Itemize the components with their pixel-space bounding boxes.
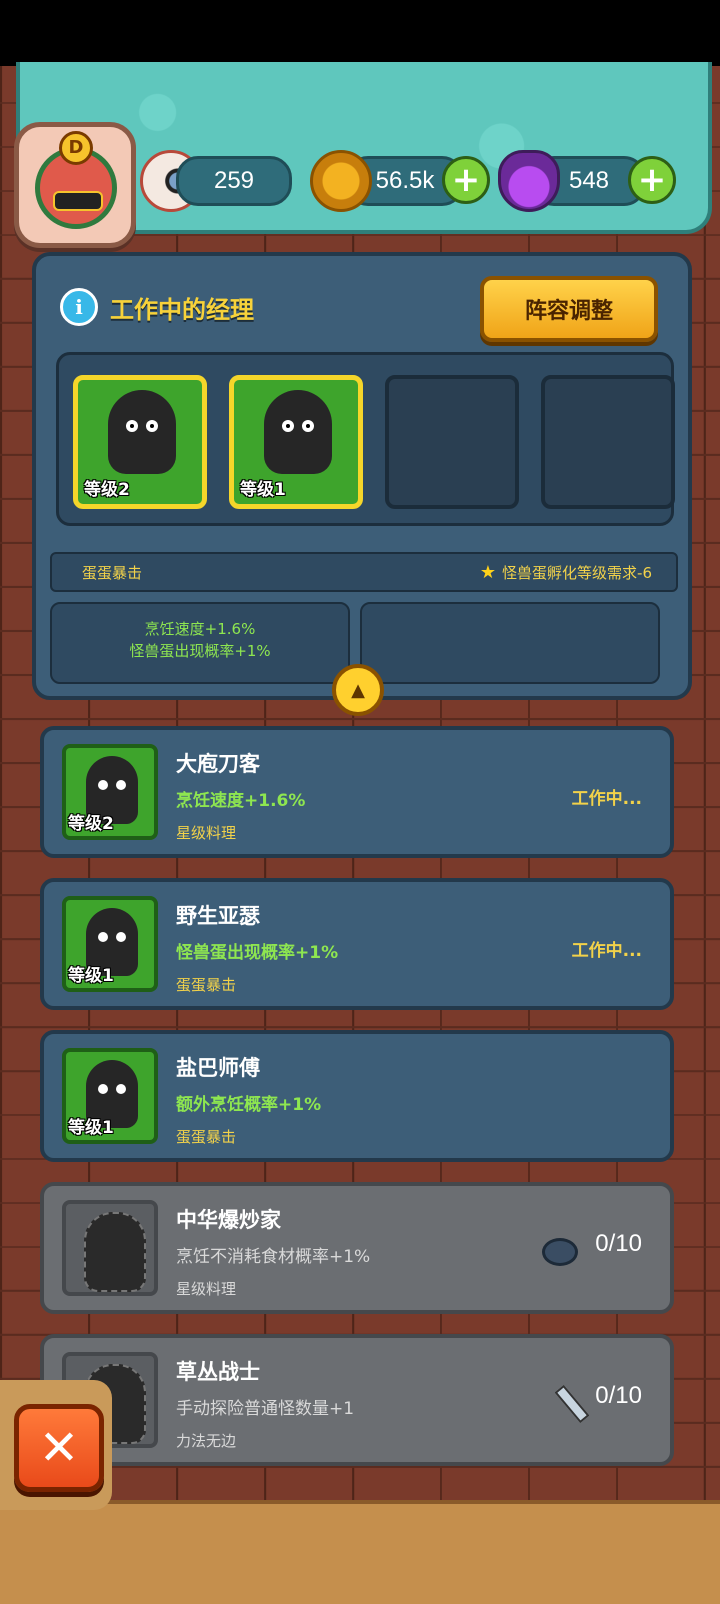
manager-name: 野生亚瑟 xyxy=(176,904,260,928)
working-status: 工作中... xyxy=(571,941,642,961)
manager-level: 等级2 xyxy=(68,814,114,834)
collapse-chevron-button[interactable]: ▲ xyxy=(332,664,384,716)
effect-line: 烹饪速度+1.6% xyxy=(144,620,256,638)
manager-name: 草丛战士 xyxy=(176,1360,260,1384)
manager-skill: 星级料理 xyxy=(176,1280,237,1298)
manager-slot-2[interactable]: 等级1 xyxy=(229,375,363,509)
avatar-mouth xyxy=(53,191,103,211)
info-icon[interactable]: i xyxy=(60,288,98,326)
close-button[interactable]: ✕ xyxy=(14,1404,104,1492)
manager-effect: 额外烹饪概率+1% xyxy=(176,1095,322,1115)
manager-skill: 力法无边 xyxy=(176,1432,237,1450)
manager-effect: 手动探险普通怪数量+1 xyxy=(176,1399,355,1419)
manager-effect: 烹饪不消耗食材概率+1% xyxy=(176,1247,371,1267)
panel-title: 工作中的经理 xyxy=(110,296,254,324)
combo-bonus-value: 怪兽蛋孵化等级需求-6 xyxy=(502,564,652,582)
manager-slot-1[interactable]: 等级2 xyxy=(73,375,207,509)
manager-portrait xyxy=(264,390,332,474)
slot-level: 等级1 xyxy=(240,480,286,500)
manager-effect: 烹饪速度+1.6% xyxy=(176,791,306,811)
manager-skill: 星级料理 xyxy=(176,824,237,842)
player-avatar[interactable]: D xyxy=(14,122,136,248)
manager-name: 中华爆炒家 xyxy=(176,1208,281,1232)
ground-decoration xyxy=(0,1500,720,1604)
manager-skill: 蛋蛋暴击 xyxy=(176,1128,237,1146)
manager-card-locked[interactable]: 中华爆炒家 烹饪不消耗食材概率+1% 星级料理 0/10 xyxy=(40,1182,674,1314)
coin-icon xyxy=(310,150,372,212)
panel-header: i 工作中的经理 阵容调整 xyxy=(36,256,688,348)
avatar-rank-letter: D xyxy=(59,131,93,165)
formation-adjust-button[interactable]: 阵容调整 xyxy=(480,276,658,342)
knife-icon xyxy=(554,1384,590,1424)
combo-skill-label: 蛋蛋暴击 xyxy=(82,564,143,582)
effect-lines: 烹饪速度+1.6% 怪兽蛋出现概率+1% xyxy=(52,618,348,662)
manager-level: 等级1 xyxy=(68,1118,114,1138)
star-icon: ★ xyxy=(479,562,497,583)
slot-level: 等级2 xyxy=(84,480,130,500)
manager-portrait-locked xyxy=(62,1200,158,1296)
potion-icon xyxy=(498,150,560,212)
add-potions-button[interactable]: + xyxy=(628,156,676,204)
manager-skill: 蛋蛋暴击 xyxy=(176,976,237,994)
effect-box-active: 烹饪速度+1.6% 怪兽蛋出现概率+1% xyxy=(50,602,350,684)
effect-line: 怪兽蛋出现概率+1% xyxy=(129,642,271,660)
manager-slot-3-empty[interactable] xyxy=(385,375,519,509)
effect-box-empty xyxy=(360,602,660,684)
eyeball-counter: 259 xyxy=(176,156,292,206)
combo-bonus-text: ★ 怪兽蛋孵化等级需求-6 xyxy=(480,562,652,583)
manager-name: 盐巴师傅 xyxy=(176,1056,260,1080)
manager-slot-4-empty[interactable] xyxy=(541,375,675,509)
manager-card[interactable]: 等级1 盐巴师傅 额外烹饪概率+1% 蛋蛋暴击 xyxy=(40,1030,674,1162)
manager-portrait: 等级1 xyxy=(62,1048,158,1144)
add-coins-button[interactable]: + xyxy=(442,156,490,204)
status-bar xyxy=(0,0,720,66)
manager-effect: 怪兽蛋出现概率+1% xyxy=(176,943,339,963)
unlock-progress: 0/10 xyxy=(595,1382,642,1409)
silhouette-icon xyxy=(84,1212,146,1292)
manager-card-locked[interactable]: 草丛战士 手动探险普通怪数量+1 力法无边 0/10 xyxy=(40,1334,674,1466)
manager-name: 大庖刀客 xyxy=(176,752,260,776)
pan-icon xyxy=(542,1238,578,1266)
manager-portrait: 等级2 xyxy=(62,744,158,840)
manager-portrait xyxy=(108,390,176,474)
working-managers-panel: i 工作中的经理 阵容调整 等级2 等级1 蛋蛋暴击 ★ 怪兽蛋孵化等级需求-6 … xyxy=(32,252,692,700)
manager-slots: 等级2 等级1 xyxy=(56,352,675,526)
manager-portrait: 等级1 xyxy=(62,896,158,992)
manager-card[interactable]: 等级1 野生亚瑟 怪兽蛋出现概率+1% 蛋蛋暴击 工作中... xyxy=(40,878,674,1010)
manager-level: 等级1 xyxy=(68,966,114,986)
manager-card[interactable]: 等级2 大庖刀客 烹饪速度+1.6% 星级料理 工作中... xyxy=(40,726,674,858)
unlock-progress: 0/10 xyxy=(595,1230,642,1257)
combo-bonus-bar: 蛋蛋暴击 ★ 怪兽蛋孵化等级需求-6 xyxy=(50,552,678,592)
working-status: 工作中... xyxy=(571,789,642,809)
